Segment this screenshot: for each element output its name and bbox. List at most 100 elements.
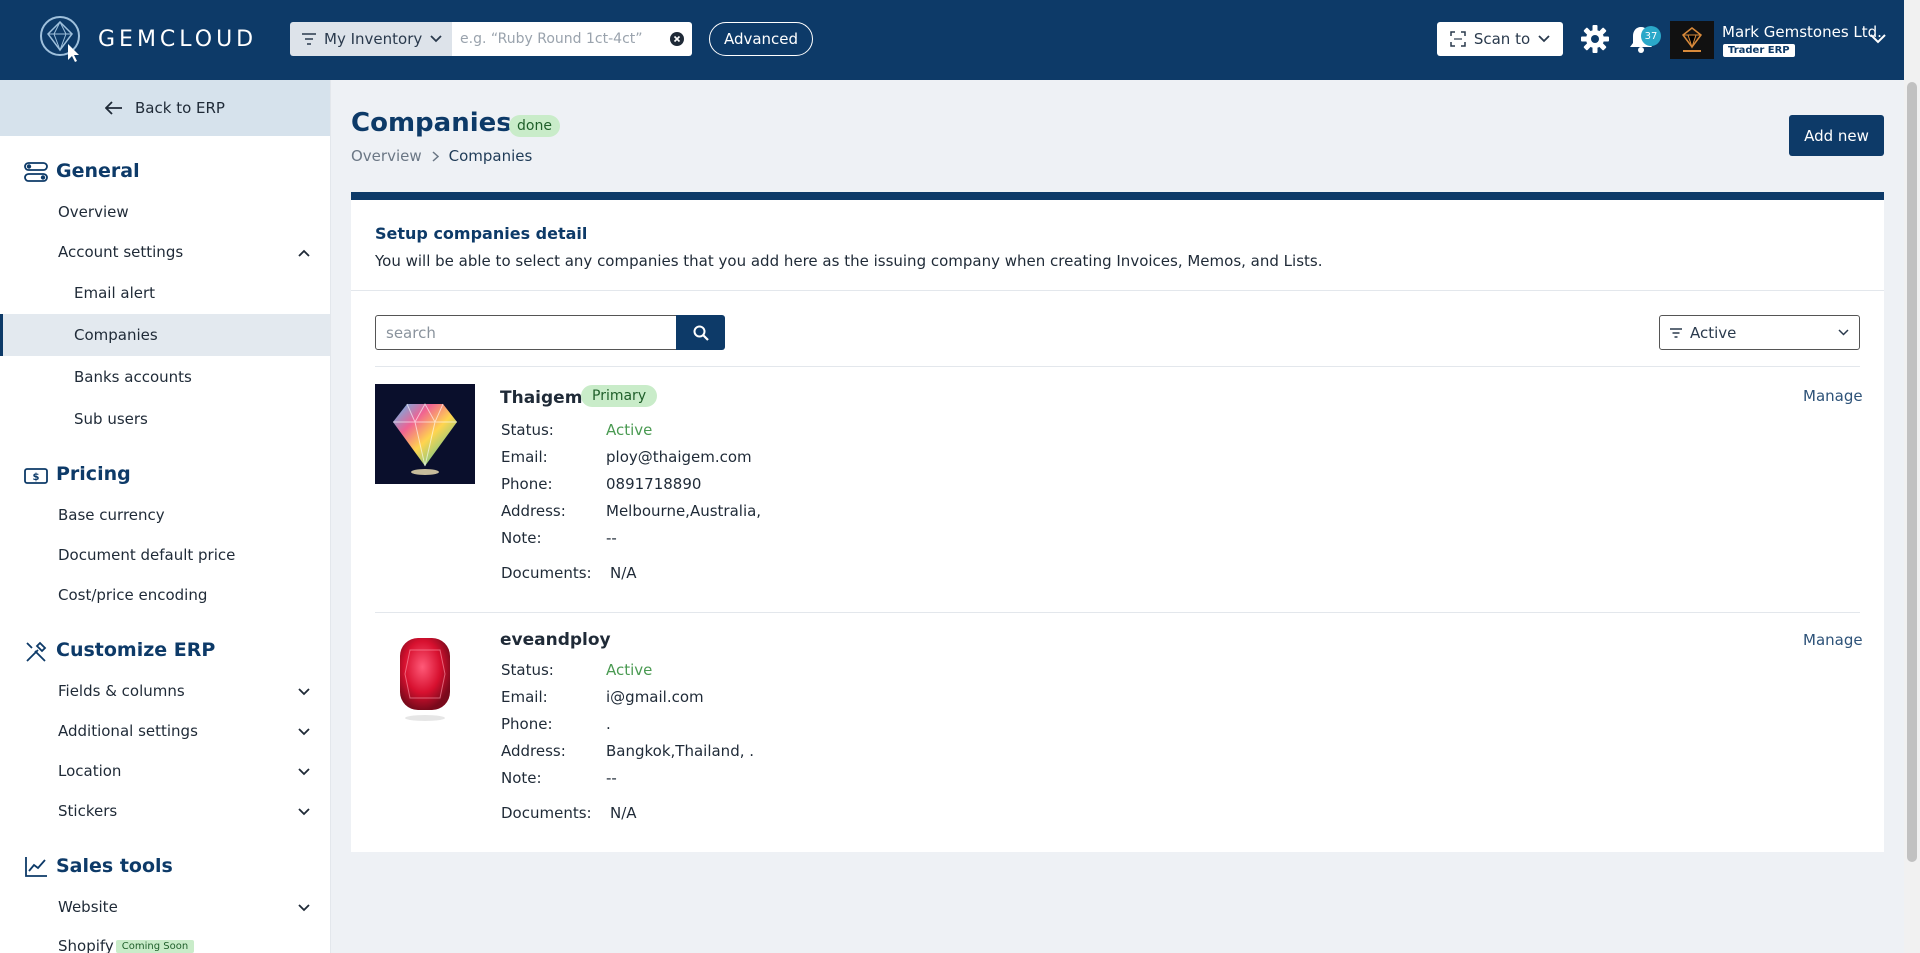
sidebar-item-companies[interactable]: Companies (74, 326, 158, 344)
sidebar-item-shopify-label: Shopify (58, 937, 114, 953)
chevron-down-icon[interactable] (298, 728, 310, 736)
address-value: Melbourne,Australia, (606, 502, 762, 520)
scan-to-label: Scan to (1473, 30, 1531, 48)
company-name: Thaigem (500, 388, 583, 408)
chevron-down-icon (1538, 35, 1550, 43)
page-scrollbar-thumb[interactable] (1907, 82, 1917, 862)
company-search-input[interactable]: search (375, 315, 677, 350)
section-general-title: General (56, 160, 140, 182)
chevron-up-icon[interactable] (298, 249, 310, 257)
note-value: -- (606, 769, 617, 787)
sidebar-item-companies-highlight (0, 314, 330, 356)
company-name: eveandploy (500, 630, 611, 650)
company-search-placeholder: search (386, 323, 436, 342)
status-filter-value: Active (1690, 323, 1737, 342)
advanced-search-button[interactable]: Advanced (709, 22, 813, 56)
phone-label: Phone: (501, 475, 553, 493)
primary-badge: Primary (581, 385, 658, 407)
clear-icon[interactable] (670, 32, 684, 46)
filter-icon (302, 33, 316, 45)
search-icon (693, 325, 709, 341)
manage-link[interactable]: Manage (1803, 387, 1863, 405)
sidebar-item-account-settings[interactable]: Account settings (58, 243, 183, 261)
divider (375, 366, 1860, 367)
note-value: -- (606, 529, 617, 547)
documents-value: N/A (610, 804, 637, 822)
back-to-erp-label: Back to ERP (135, 99, 225, 117)
tools-icon (26, 641, 47, 662)
email-value: ploy@thaigem.com (606, 448, 752, 466)
company-avatar[interactable] (1670, 21, 1714, 59)
user-name[interactable]: Mark Gemstones Ltd. (1722, 23, 1882, 41)
status-value: Active (606, 421, 653, 439)
chart-line-icon (25, 857, 47, 877)
documents-label: Documents: (501, 564, 592, 582)
status-label: Status: (501, 421, 554, 439)
company-row: eveandploy Manage Status: Active Email: … (375, 628, 1863, 848)
status-value: Active (606, 661, 653, 679)
divider (375, 612, 1860, 613)
sidebar-item-location[interactable]: Location (58, 762, 121, 780)
chevron-down-icon[interactable] (298, 904, 310, 912)
chevron-right-icon (432, 150, 439, 162)
settings-sliders-icon (24, 162, 48, 182)
add-new-button[interactable]: Add new (1789, 115, 1884, 156)
company-logo-diamond (375, 384, 475, 484)
sidebar-item-additional-settings[interactable]: Additional settings (58, 722, 198, 740)
inventory-select[interactable]: My Inventory (290, 22, 452, 56)
address-label: Address: (501, 502, 566, 520)
sidebar-item-shopify[interactable]: Shopify Coming Soon (58, 937, 195, 953)
sidebar-item-fields-columns[interactable]: Fields & columns (58, 682, 185, 700)
card-description: You will be able to select any companies… (375, 252, 1323, 270)
sidebar-item-document-default-price[interactable]: Document default price (58, 546, 235, 564)
gear-icon[interactable] (1580, 24, 1610, 54)
sidebar-item-cost-price-encoding[interactable]: Cost/price encoding (58, 586, 207, 604)
gemcloud-logo-icon[interactable] (38, 14, 86, 62)
note-label: Note: (501, 769, 542, 787)
arrow-left-icon (105, 101, 123, 115)
phone-value: . (606, 715, 611, 733)
chevron-down-icon (1838, 329, 1849, 336)
status-badge: done (509, 115, 560, 137)
company-search-button[interactable] (676, 315, 725, 350)
breadcrumb-current: Companies (448, 147, 533, 165)
chevron-down-icon[interactable] (298, 768, 310, 776)
documents-label: Documents: (501, 804, 592, 822)
email-label: Email: (501, 688, 548, 706)
phone-label: Phone: (501, 715, 553, 733)
global-search-group: My Inventory e.g. “Ruby Round 1ct-4ct” (290, 22, 692, 56)
company-logo-ruby (375, 628, 475, 728)
card-heading: Setup companies detail (375, 224, 588, 243)
sidebar-item-sub-users[interactable]: Sub users (74, 410, 148, 428)
sidebar-item-website[interactable]: Website (58, 898, 118, 916)
sidebar-item-email-alert[interactable]: Email alert (74, 284, 155, 302)
divider (351, 290, 1884, 291)
status-filter-select[interactable]: Active (1659, 315, 1860, 350)
chevron-down-icon[interactable] (1870, 34, 1886, 44)
filter-icon (1670, 327, 1682, 338)
sidebar-item-base-currency[interactable]: Base currency (58, 506, 165, 524)
email-label: Email: (501, 448, 548, 466)
inventory-select-label: My Inventory (324, 30, 423, 48)
sidebar-item-banks-accounts[interactable]: Banks accounts (74, 368, 192, 386)
scan-to-button[interactable]: Scan to (1437, 22, 1563, 56)
back-to-erp-button[interactable]: Back to ERP (0, 80, 330, 136)
breadcrumb-overview[interactable]: Overview (351, 147, 422, 165)
chevron-down-icon[interactable] (298, 688, 310, 696)
manage-link[interactable]: Manage (1803, 631, 1863, 649)
section-sales-tools-title: Sales tools (56, 855, 173, 877)
sidebar-item-overview[interactable]: Overview (58, 203, 129, 221)
gemstone-logo-icon (1681, 27, 1703, 52)
chevron-down-icon[interactable] (298, 808, 310, 816)
global-search-placeholder: e.g. “Ruby Round 1ct-4ct” (460, 31, 643, 47)
user-role-badge: Trader ERP (1723, 44, 1795, 57)
phone-value: 0891718890 (606, 475, 702, 493)
page-title: Companies (351, 108, 512, 138)
companies-card: Setup companies detail You will be able … (351, 192, 1884, 852)
status-filter-value-wrap: Active (1670, 324, 1736, 342)
global-search-input[interactable]: e.g. “Ruby Round 1ct-4ct” (452, 22, 692, 56)
section-pricing-title: Pricing (56, 463, 131, 485)
note-label: Note: (501, 529, 542, 547)
documents-value: N/A (610, 564, 637, 582)
sidebar-item-stickers[interactable]: Stickers (58, 802, 117, 820)
